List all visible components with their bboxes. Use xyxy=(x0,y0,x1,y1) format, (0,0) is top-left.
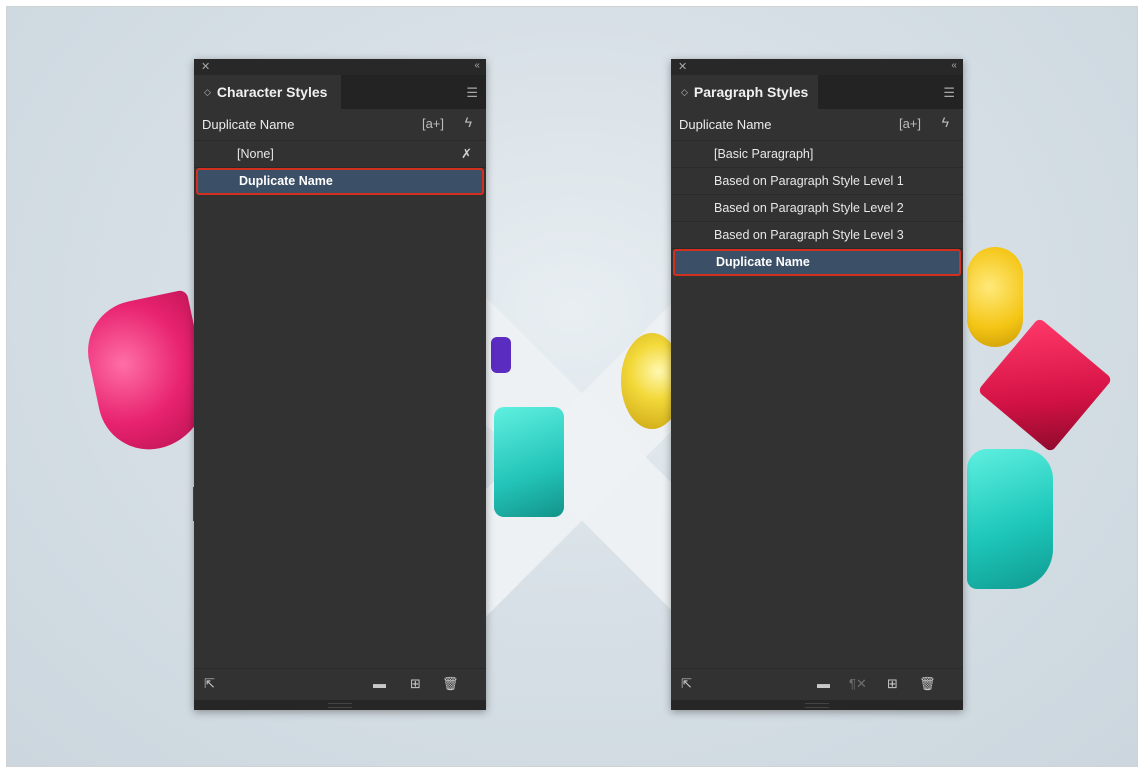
current-style-name: Duplicate Name xyxy=(202,117,295,132)
delete-icon[interactable]: 🗑 xyxy=(442,676,459,692)
panel-titlebar: ✕ ‹‹ xyxy=(671,59,963,75)
clear-paragraph-overrides-icon[interactable]: ¶✕ xyxy=(849,676,867,692)
tab-label: Character Styles xyxy=(216,84,328,100)
resize-grip[interactable] xyxy=(671,700,963,710)
collapse-icon[interactable]: ‹‹ xyxy=(474,60,480,71)
style-list: [Basic Paragraph] Based on Paragraph Sty… xyxy=(671,140,963,276)
new-group-icon[interactable]: ▬ xyxy=(817,676,830,691)
character-styles-panel: ✕ ‹‹ ◇ Character Styles ☰ Duplicate Name… xyxy=(194,59,486,710)
quick-apply-icon[interactable]: ϟ xyxy=(942,114,949,130)
quick-apply-icon[interactable]: ϟ xyxy=(465,114,472,130)
background-teal-block xyxy=(967,449,1053,589)
resize-grip[interactable] xyxy=(194,700,486,710)
list-item-selected[interactable]: Duplicate Name xyxy=(673,249,961,276)
tab-stepper-icon: ◇ xyxy=(204,86,211,97)
style-list: [None] ✗ Duplicate Name xyxy=(194,140,486,195)
load-styles-icon[interactable]: ⇱ xyxy=(204,676,215,692)
list-item-label: Duplicate Name xyxy=(239,174,333,188)
panel-menu-icon[interactable]: ☰ xyxy=(466,85,478,101)
panel-menu-icon[interactable]: ☰ xyxy=(943,85,955,101)
list-item-label: [Basic Paragraph] xyxy=(714,147,814,161)
load-styles-icon[interactable]: ⇱ xyxy=(681,676,692,692)
list-item[interactable]: Based on Paragraph Style Level 2 xyxy=(671,195,963,222)
list-item[interactable]: [None] ✗ xyxy=(194,141,486,168)
list-item-label: Duplicate Name xyxy=(716,255,810,269)
collapse-icon[interactable]: ‹‹ xyxy=(951,60,957,71)
list-item[interactable]: Based on Paragraph Style Level 3 xyxy=(671,222,963,249)
panel-titlebar: ✕ ‹‹ xyxy=(194,59,486,75)
new-style-indicator-icon[interactable]: [a+] xyxy=(899,116,921,131)
new-style-icon[interactable]: ⊞ xyxy=(887,676,898,692)
tab-stepper-icon: ◇ xyxy=(681,86,688,97)
close-icon[interactable]: ✕ xyxy=(201,60,210,73)
tab-label: Paragraph Styles xyxy=(693,84,809,100)
tab-character-styles[interactable]: ◇ Character Styles xyxy=(194,75,341,109)
list-item[interactable]: Based on Paragraph Style Level 1 xyxy=(671,168,963,195)
background-yellow-shape xyxy=(967,247,1023,347)
current-style-header: Duplicate Name [a+] ϟ xyxy=(194,109,486,140)
panel-bottom-toolbar: ⇱ ▬ ¶✕ ⊞ 🗑 xyxy=(671,668,963,700)
tab-paragraph-styles[interactable]: ◇ Paragraph Styles xyxy=(671,75,818,109)
current-style-header: Duplicate Name [a+] ϟ xyxy=(671,109,963,140)
panel-tab-row: ◇ Paragraph Styles ☰ xyxy=(671,75,963,109)
close-icon[interactable]: ✕ xyxy=(678,60,687,73)
list-item-label: Based on Paragraph Style Level 2 xyxy=(714,201,904,215)
background-teal-shape xyxy=(494,407,564,517)
list-item-label: Based on Paragraph Style Level 1 xyxy=(714,174,904,188)
list-item[interactable]: [Basic Paragraph] xyxy=(671,141,963,168)
clear-overrides-icon[interactable]: ✗ xyxy=(461,146,472,162)
new-group-icon[interactable]: ▬ xyxy=(373,676,386,691)
paragraph-styles-panel: ✕ ‹‹ ◇ Paragraph Styles ☰ Duplicate Name… xyxy=(671,59,963,710)
list-item-selected[interactable]: Duplicate Name xyxy=(196,168,484,195)
canvas-background xyxy=(6,6,1138,767)
delete-icon[interactable]: 🗑 xyxy=(919,676,936,692)
new-style-icon[interactable]: ⊞ xyxy=(410,676,421,692)
current-style-name: Duplicate Name xyxy=(679,117,772,132)
panel-bottom-toolbar: ⇱ ▬ ⊞ 🗑 xyxy=(194,668,486,700)
list-item-label: Based on Paragraph Style Level 3 xyxy=(714,228,904,242)
list-item-label: [None] xyxy=(237,147,274,161)
new-style-indicator-icon[interactable]: [a+] xyxy=(422,116,444,131)
background-purple-shape xyxy=(491,337,511,373)
panel-tab-row: ◇ Character Styles ☰ xyxy=(194,75,486,109)
